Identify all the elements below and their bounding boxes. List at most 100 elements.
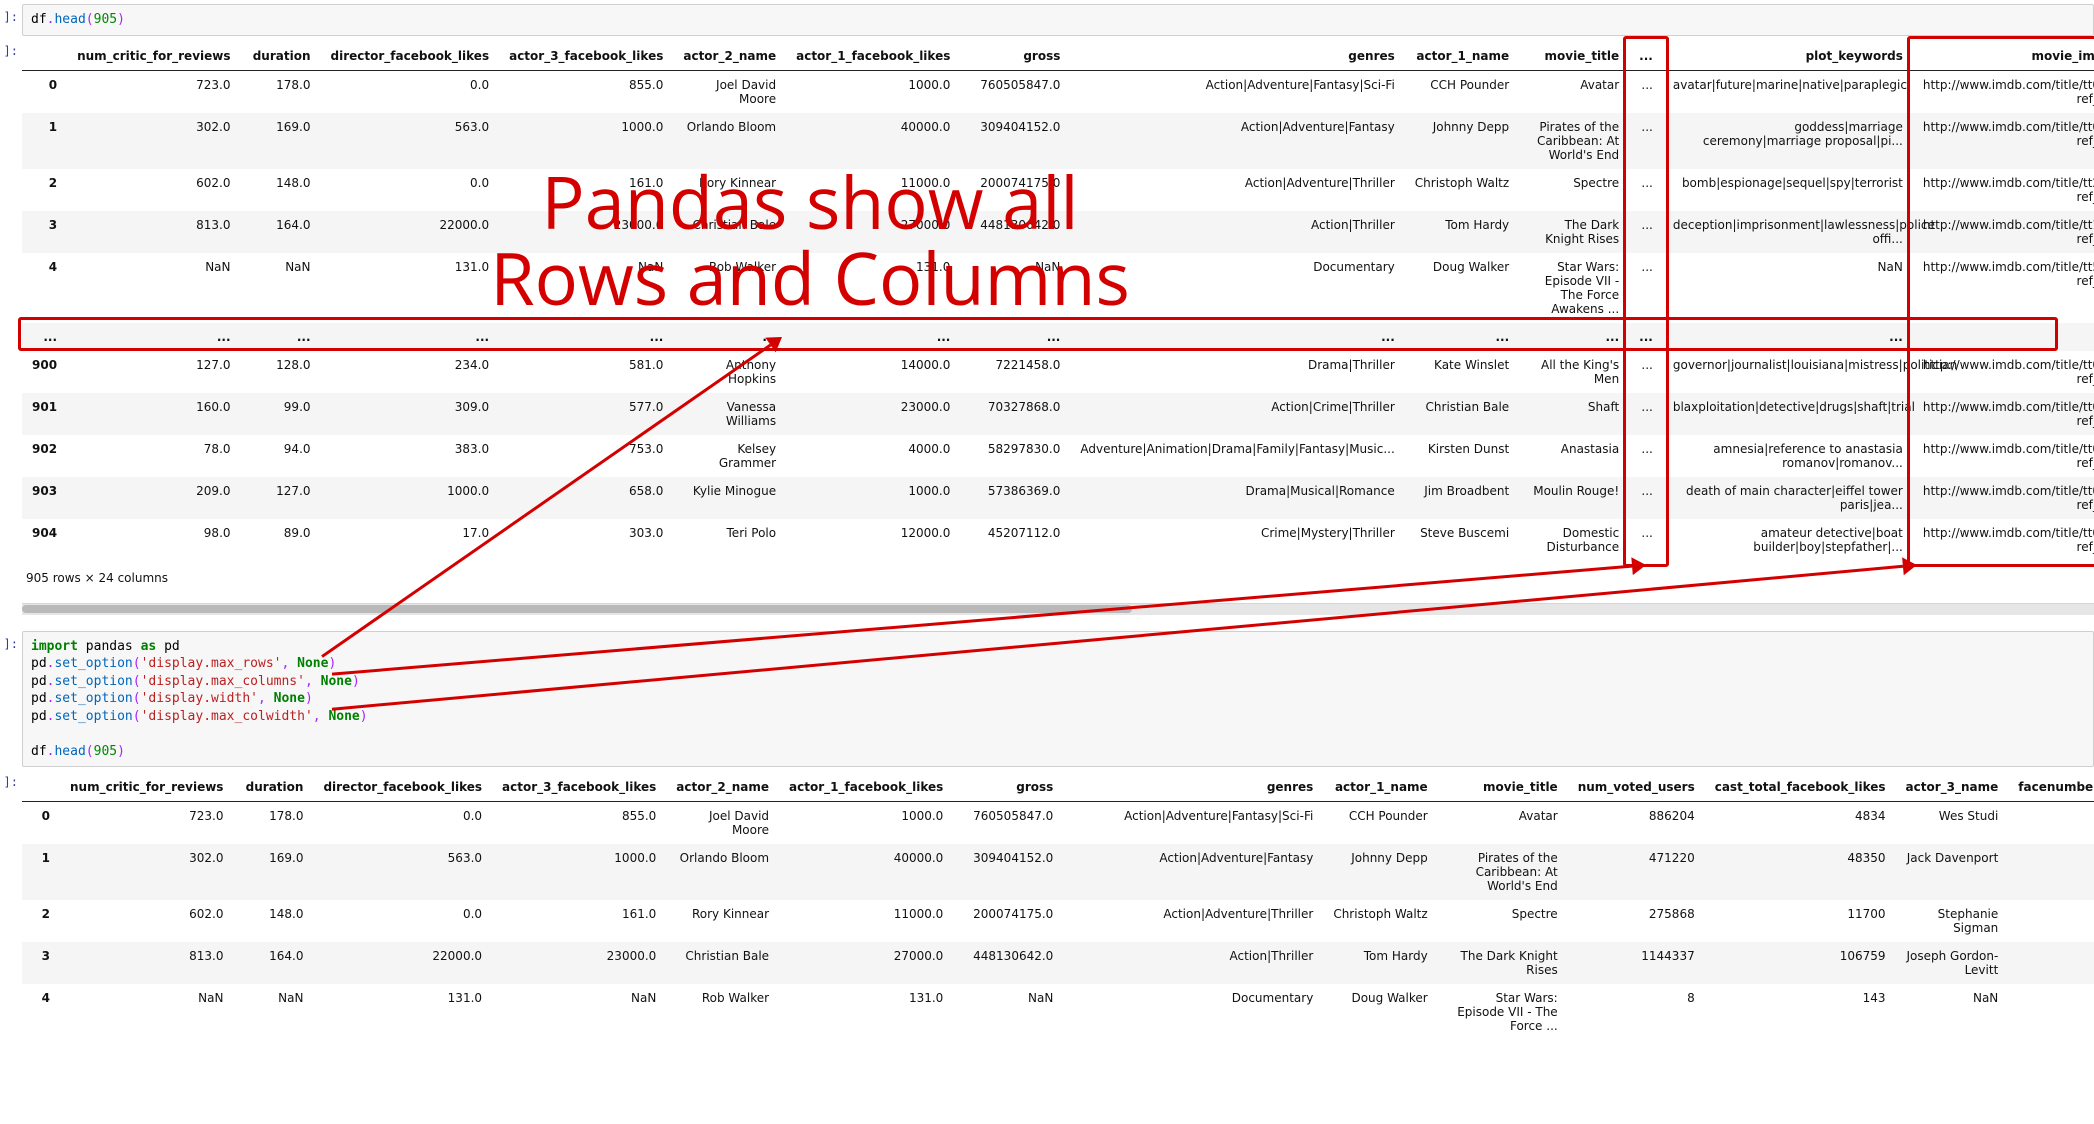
- table-cell: NaN: [960, 253, 1070, 323]
- table-row: 0723.0178.00.0855.0Joel David Moore1000.…: [22, 802, 2094, 845]
- table-cell: 0.0: [321, 169, 500, 211]
- table-cell: Rob Walker: [673, 253, 786, 323]
- table-cell: Rob Walker: [666, 984, 779, 1040]
- table-cell: 70327868.0: [960, 393, 1070, 435]
- column-header: actor_1_name: [1405, 42, 1519, 71]
- table-cell: [2008, 900, 2094, 942]
- table-cell: Joel David Moore: [673, 70, 786, 113]
- column-header: movie_imdb_link: [1913, 42, 2094, 71]
- table-cell: Pirates of the Caribbean: At World's End: [1438, 844, 1568, 900]
- table-cell: ...: [1629, 393, 1663, 435]
- table-cell: NaN: [499, 253, 673, 323]
- table-cell: Tom Hardy: [1323, 942, 1437, 984]
- row-index: 1: [22, 844, 60, 900]
- table-cell: Johnny Depp: [1405, 113, 1519, 169]
- table-cell: 161.0: [492, 900, 666, 942]
- table-cell: NaN: [492, 984, 666, 1040]
- column-header: [22, 42, 67, 71]
- table-cell: Adventure|Animation|Drama|Family|Fantasy…: [1070, 435, 1404, 477]
- table-cell: [2008, 802, 2094, 845]
- table-cell: Orlando Bloom: [666, 844, 779, 900]
- table-cell: 160.0: [67, 393, 240, 435]
- table-cell: deception|imprisonment|lawlessness|polic…: [1663, 211, 1913, 253]
- dataframe-output-2[interactable]: num_critic_for_reviewsdurationdirector_f…: [22, 773, 2094, 1040]
- table-cell: Rory Kinnear: [666, 900, 779, 942]
- column-header: plot_keywords: [1663, 42, 1913, 71]
- table-cell: Doug Walker: [1323, 984, 1437, 1040]
- table-cell: Action|Adventure|Thriller: [1070, 169, 1404, 211]
- table-cell: 131.0: [786, 253, 960, 323]
- table-cell: Stephanie Sigman: [1896, 900, 2009, 942]
- row-index: 904: [22, 519, 67, 561]
- code-input-1[interactable]: df.head(905): [22, 4, 2094, 36]
- table-cell: Tom Hardy: [1405, 211, 1519, 253]
- column-header: actor_3_facebook_likes: [492, 773, 666, 802]
- table-cell: Wes Studi: [1896, 802, 2009, 845]
- table-cell: 78.0: [67, 435, 240, 477]
- table-cell: 813.0: [67, 211, 240, 253]
- table-cell: http://www.imdb.com/title/tt0405676/?ref…: [1913, 351, 2094, 393]
- table-cell: ...: [786, 323, 960, 351]
- table-cell: http://www.imdb.com/title/tt0499549/?ref…: [1913, 70, 2094, 113]
- column-header: director_facebook_likes: [321, 42, 500, 71]
- table-cell: 11000.0: [786, 169, 960, 211]
- table-cell: death of main character|eiffel tower par…: [1663, 477, 1913, 519]
- table-cell: ...: [1070, 323, 1404, 351]
- table-cell: http://www.imdb.com/title/tt0162650/?ref…: [1913, 393, 2094, 435]
- table-cell: Christian Bale: [1405, 393, 1519, 435]
- table-cell: 1000.0: [499, 113, 673, 169]
- column-header: actor_1_name: [1323, 773, 1437, 802]
- table-cell: NaN: [60, 984, 233, 1040]
- row-index: 0: [22, 802, 60, 845]
- table-cell: NaN: [1896, 984, 2009, 1040]
- table-cell: 760505847.0: [953, 802, 1063, 845]
- table-cell: Action|Adventure|Fantasy: [1070, 113, 1404, 169]
- table-cell: http://www.imdb.com/title/tt0203009/?ref…: [1913, 477, 2094, 519]
- table-cell: 164.0: [233, 942, 313, 984]
- table-cell: 169.0: [233, 844, 313, 900]
- row-index: 900: [22, 351, 67, 393]
- table-cell: Action|Adventure|Fantasy: [1063, 844, 1323, 900]
- table-cell: 302.0: [60, 844, 233, 900]
- table-cell: http://www.imdb.com/title/tt2379713/?ref…: [1913, 169, 2094, 211]
- row-index: 903: [22, 477, 67, 519]
- table-cell: http://www.imdb.com/title/tt0118617/?ref…: [1913, 435, 2094, 477]
- table-cell: 22000.0: [313, 942, 492, 984]
- row-index: 4: [22, 253, 67, 323]
- column-header: genres: [1063, 773, 1323, 802]
- table-cell: ...: [1629, 70, 1663, 113]
- table-cell: 131.0: [313, 984, 492, 1040]
- table-cell: 89.0: [241, 519, 321, 561]
- table-cell: 723.0: [60, 802, 233, 845]
- table-cell: Anastasia: [1519, 435, 1629, 477]
- table-cell: 127.0: [67, 351, 240, 393]
- table-cell: 200074175.0: [960, 169, 1070, 211]
- annotation-arrow-colwidth: [320, 553, 1929, 721]
- table-cell: 602.0: [60, 900, 233, 942]
- table-cell: 723.0: [67, 70, 240, 113]
- table-cell: 58297830.0: [960, 435, 1070, 477]
- table-cell: 11000.0: [779, 900, 953, 942]
- table-cell: NaN: [241, 253, 321, 323]
- table-cell: 855.0: [492, 802, 666, 845]
- row-index: 3: [22, 211, 67, 253]
- table-cell: Kirsten Dunst: [1405, 435, 1519, 477]
- column-header: actor_1_facebook_likes: [779, 773, 953, 802]
- table-cell: ...: [960, 323, 1070, 351]
- table-cell: 309404152.0: [953, 844, 1063, 900]
- table-cell: ...: [1629, 253, 1663, 323]
- table-cell: Kate Winslet: [1405, 351, 1519, 393]
- row-index: 1: [22, 113, 67, 169]
- table-cell: 563.0: [313, 844, 492, 900]
- table-cell: 0.0: [313, 900, 492, 942]
- table-cell: 23000.0: [499, 211, 673, 253]
- table-cell: 8: [1568, 984, 1705, 1040]
- table-cell: CCH Pounder: [1323, 802, 1437, 845]
- table-cell: ...: [1405, 323, 1519, 351]
- column-header: cast_total_facebook_likes: [1705, 773, 1896, 802]
- table-row: 4NaNNaN131.0NaNRob Walker131.0NaNDocumen…: [22, 984, 2094, 1040]
- table-cell: 40000.0: [779, 844, 953, 900]
- table-cell: 0.0: [321, 70, 500, 113]
- table-cell: Christian Bale: [673, 211, 786, 253]
- table-cell: Drama|Musical|Romance: [1070, 477, 1404, 519]
